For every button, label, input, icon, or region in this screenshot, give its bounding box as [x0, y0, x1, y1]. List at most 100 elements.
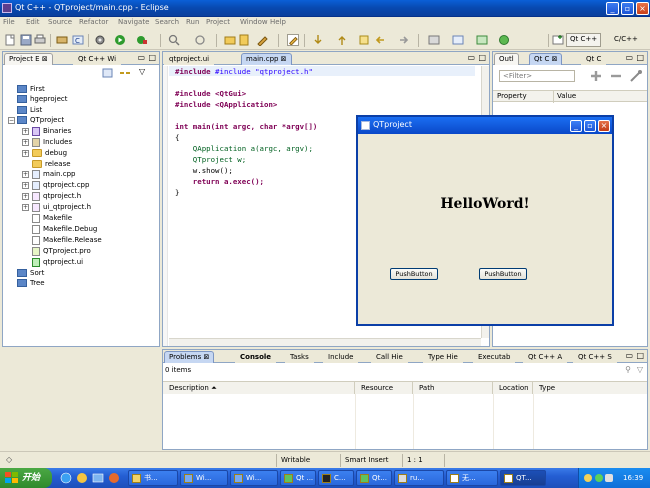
- settings-icon[interactable]: [94, 34, 106, 46]
- open-folder-icon[interactable]: [224, 34, 236, 46]
- project-qtproject[interactable]: QTproject: [17, 115, 64, 125]
- tree-item-debug[interactable]: debug: [32, 148, 67, 158]
- tray-volume-icon[interactable]: [605, 474, 613, 482]
- tree-item-qtproject-h[interactable]: qtproject.h: [32, 191, 81, 201]
- open-perspective-icon[interactable]: [552, 34, 564, 46]
- tab-qt-cpp-a[interactable]: Qt C++ A: [523, 351, 568, 363]
- task-item-3[interactable]: Wi...: [230, 470, 278, 486]
- c-project-icon[interactable]: C: [72, 34, 84, 46]
- code-line-6[interactable]: int main(int argc, char *argv[]): [175, 122, 317, 132]
- tab-console[interactable]: Console: [235, 351, 277, 363]
- menu-navigate[interactable]: Navigate: [118, 18, 149, 26]
- tree-item-qtproject-pro[interactable]: QTproject.pro: [32, 246, 91, 256]
- column-resource[interactable]: Resource: [355, 382, 413, 394]
- maximize-bottom-icon[interactable]: □: [636, 351, 644, 360]
- quicklaunch-qq-icon[interactable]: [76, 472, 88, 484]
- external-tools-icon[interactable]: [136, 34, 148, 46]
- menu-edit[interactable]: Edit: [26, 18, 40, 26]
- close-icon[interactable]: ×: [636, 2, 649, 15]
- view-menu-icon[interactable]: ▽: [139, 67, 145, 76]
- quicklaunch-desktop-icon[interactable]: [92, 472, 104, 484]
- collapse-all-icon[interactable]: [102, 68, 114, 78]
- task-item-9[interactable]: QT...: [500, 470, 546, 486]
- expand-toggle-icon[interactable]: +: [22, 171, 29, 178]
- task-item-1[interactable]: 书...: [128, 470, 178, 486]
- column-value[interactable]: Value: [557, 92, 576, 100]
- project-first[interactable]: First: [17, 84, 45, 94]
- collapse-toggle-icon[interactable]: −: [8, 117, 15, 124]
- qt-gui-icon[interactable]: [476, 34, 488, 46]
- tab-executables[interactable]: Executab: [473, 351, 516, 363]
- expand-toggle-icon[interactable]: +: [22, 128, 29, 135]
- minimize-view-icon[interactable]: ▭: [137, 53, 145, 62]
- minimize-panel-icon[interactable]: ▭: [625, 53, 633, 62]
- tab-qt-properties[interactable]: Qt C ⊠: [529, 53, 563, 65]
- tray-app-icon[interactable]: [584, 474, 592, 482]
- print-icon[interactable]: [34, 34, 46, 46]
- tab-project-explorer[interactable]: Project E ⊠: [4, 53, 53, 65]
- qt-close-icon[interactable]: ×: [598, 120, 610, 132]
- task-item-2[interactable]: Wi...: [180, 470, 228, 486]
- expand-toggle-icon[interactable]: +: [22, 182, 29, 189]
- tab-qt-widgets[interactable]: Qt C++ Wi: [73, 53, 122, 65]
- tree-item-makefile-release[interactable]: Makefile.Release: [32, 235, 102, 245]
- menu-file[interactable]: File: [3, 18, 15, 26]
- qt-designer-icon[interactable]: [428, 34, 440, 46]
- pen-icon[interactable]: [256, 34, 268, 46]
- minimize-bottom-icon[interactable]: ▭: [625, 351, 633, 360]
- project-hgeproject[interactable]: hgeproject: [17, 94, 67, 104]
- tray-clock[interactable]: 16:39: [623, 468, 643, 488]
- prev-annotation-icon[interactable]: [336, 34, 348, 46]
- remove-icon[interactable]: [609, 69, 623, 83]
- code-line-8[interactable]: QApplication a(argc, argv);: [175, 144, 313, 154]
- tab-outline[interactable]: Outl: [494, 53, 519, 65]
- quicklaunch-media-icon[interactable]: [108, 472, 120, 484]
- push-button-2[interactable]: PushButton: [479, 268, 527, 280]
- code-line-11[interactable]: return a.exec();: [175, 177, 264, 187]
- menu-search[interactable]: Search: [155, 18, 179, 26]
- code-line-10[interactable]: w.show();: [175, 166, 233, 176]
- forward-icon[interactable]: [398, 34, 410, 46]
- qt-help-icon[interactable]: [498, 34, 510, 46]
- tab-main-cpp[interactable]: main.cpp ⊠: [241, 53, 292, 65]
- filter-input[interactable]: [499, 70, 575, 82]
- qt-class-icon[interactable]: [452, 34, 464, 46]
- task-item-8[interactable]: 无...: [446, 470, 498, 486]
- tree-item-makefile-debug[interactable]: Makefile.Debug: [32, 224, 97, 234]
- tray-network-icon[interactable]: [595, 474, 603, 482]
- menu-help[interactable]: Help: [270, 18, 286, 26]
- tab-qt-other[interactable]: Qt C: [581, 53, 607, 65]
- run-icon[interactable]: [114, 34, 126, 46]
- menu-project[interactable]: Project: [206, 18, 230, 26]
- open-file-icon[interactable]: [238, 34, 250, 46]
- code-line-7[interactable]: {: [175, 133, 179, 143]
- project-sort[interactable]: Sort: [17, 268, 44, 278]
- column-location[interactable]: Location: [493, 382, 533, 394]
- tree-item-includes[interactable]: Includes: [32, 137, 72, 147]
- back-icon[interactable]: [374, 34, 386, 46]
- perspective-qt[interactable]: Qt C++: [566, 33, 602, 47]
- save-icon[interactable]: [20, 34, 32, 46]
- quicklaunch-ie-icon[interactable]: [60, 472, 72, 484]
- tree-item-binaries[interactable]: Binaries: [32, 126, 71, 136]
- minimize-icon[interactable]: _: [606, 2, 619, 15]
- new-icon[interactable]: [4, 34, 16, 46]
- column-type[interactable]: Type: [533, 382, 647, 394]
- search-icon[interactable]: [168, 34, 180, 46]
- editor-hscrollbar[interactable]: [169, 338, 481, 346]
- menu-source[interactable]: Source: [48, 18, 72, 26]
- start-button[interactable]: 开始: [0, 468, 52, 488]
- code-line-1[interactable]: #include #include "qtproject.h": [175, 67, 313, 77]
- tab-include[interactable]: Include: [323, 351, 359, 363]
- qt-maximize-icon[interactable]: ▫: [584, 120, 596, 132]
- expand-toggle-icon[interactable]: +: [22, 204, 29, 211]
- mark-occurrences-icon[interactable]: [287, 34, 299, 46]
- code-line-4[interactable]: #include <QApplication>: [175, 100, 277, 110]
- tree-item-main-cpp[interactable]: main.cpp: [32, 169, 75, 179]
- tab-problems[interactable]: Problems ⊠: [164, 351, 215, 363]
- maximize-icon[interactable]: ▫: [621, 2, 634, 15]
- link-editor-icon[interactable]: [119, 68, 131, 78]
- column-description[interactable]: Description ⏶: [163, 382, 355, 394]
- tools-icon[interactable]: [629, 69, 643, 83]
- tab-tasks[interactable]: Tasks: [285, 351, 314, 363]
